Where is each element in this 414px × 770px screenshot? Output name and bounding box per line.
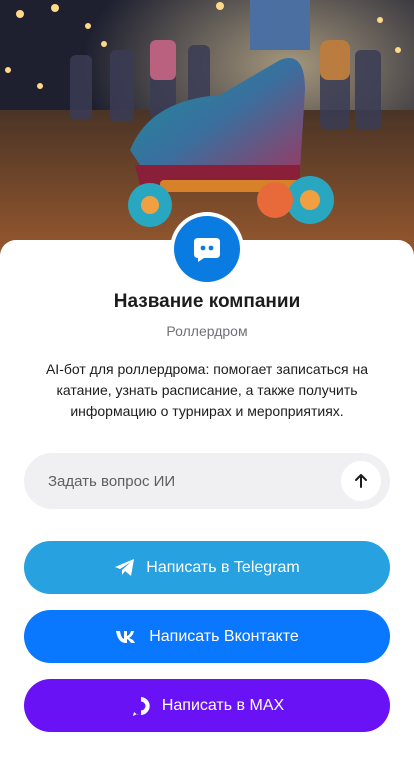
arrow-up-icon [355, 474, 367, 488]
vk-button-label: Написать Вконтакте [149, 627, 299, 645]
telegram-button-label: Написать в Telegram [146, 558, 300, 576]
company-description: AI-бот для роллердрома: помогает записат… [45, 361, 369, 419]
vk-button[interactable]: Написать Вконтакте [24, 610, 390, 663]
ask-ai-field [24, 453, 390, 509]
telegram-icon [114, 558, 136, 578]
chat-bot-icon [194, 238, 220, 262]
max-button-label: Написать в MAX [161, 696, 285, 714]
company-name: Название компании [113, 291, 301, 312]
company-logo [170, 212, 244, 286]
ask-ai-input[interactable] [48, 472, 341, 490]
max-icon [130, 695, 152, 717]
company-type: Роллердром [166, 323, 248, 339]
vk-icon [115, 629, 139, 645]
max-button[interactable]: Написать в MAX [24, 679, 390, 732]
telegram-button[interactable]: Написать в Telegram [24, 541, 390, 594]
send-button[interactable] [341, 461, 381, 501]
